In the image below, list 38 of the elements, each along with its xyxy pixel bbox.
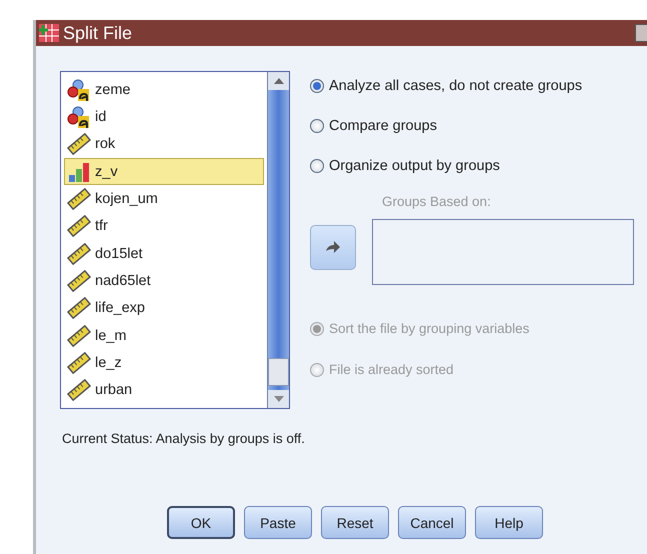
variable-item[interactable]: le_z — [64, 349, 264, 377]
status-text: Current Status: Analysis by groups is off. — [62, 431, 306, 446]
dialog-button[interactable]: Reset — [321, 506, 389, 539]
variable-item[interactable]: kojen_um — [64, 185, 264, 213]
scroll-up-icon[interactable] — [274, 78, 284, 84]
close-button[interactable] — [635, 24, 647, 42]
field-label: Groups Based on: — [382, 194, 492, 209]
radio-label[interactable]: Compare groups — [329, 118, 437, 134]
dialog-button[interactable]: Help — [475, 506, 543, 539]
scroll-down-icon[interactable] — [274, 396, 284, 402]
variable-item[interactable]: id — [64, 103, 264, 131]
scroll-thumb[interactable] — [268, 358, 289, 386]
variable-item[interactable]: life_exp — [64, 294, 264, 322]
variable-item[interactable]: rok — [64, 130, 264, 158]
bar-chart-icon — [67, 160, 91, 183]
scrollbar[interactable] — [267, 72, 289, 408]
variable-item[interactable]: urban — [64, 376, 264, 404]
radio-button[interactable] — [310, 119, 324, 133]
variable-item[interactable]: do15let — [64, 240, 264, 268]
grid-icon — [39, 24, 59, 42]
window-title: Split File — [63, 22, 132, 44]
radio-label[interactable]: Organize output by groups — [329, 158, 500, 174]
variable-item[interactable]: nad65let — [64, 267, 264, 295]
radio-label[interactable]: Analyze all cases, do not create groups — [329, 78, 582, 94]
dialog-button[interactable]: Paste — [244, 506, 312, 539]
variable-item[interactable]: le_m — [64, 322, 264, 350]
nominal-variable-icon — [67, 106, 91, 128]
variable-item[interactable]: zeme — [64, 76, 264, 104]
radio-button[interactable] — [310, 79, 324, 93]
arrow-icon — [325, 240, 341, 254]
groups-field[interactable] — [372, 219, 634, 285]
variable-item[interactable]: z_v — [64, 158, 264, 186]
move-button[interactable] — [310, 225, 356, 270]
radio-button[interactable] — [310, 159, 324, 173]
nominal-variable-icon — [67, 78, 91, 101]
dialog-button[interactable]: OK — [167, 506, 235, 539]
dialog-button[interactable]: Cancel — [398, 506, 466, 539]
variable-item[interactable]: tfr — [64, 212, 264, 240]
